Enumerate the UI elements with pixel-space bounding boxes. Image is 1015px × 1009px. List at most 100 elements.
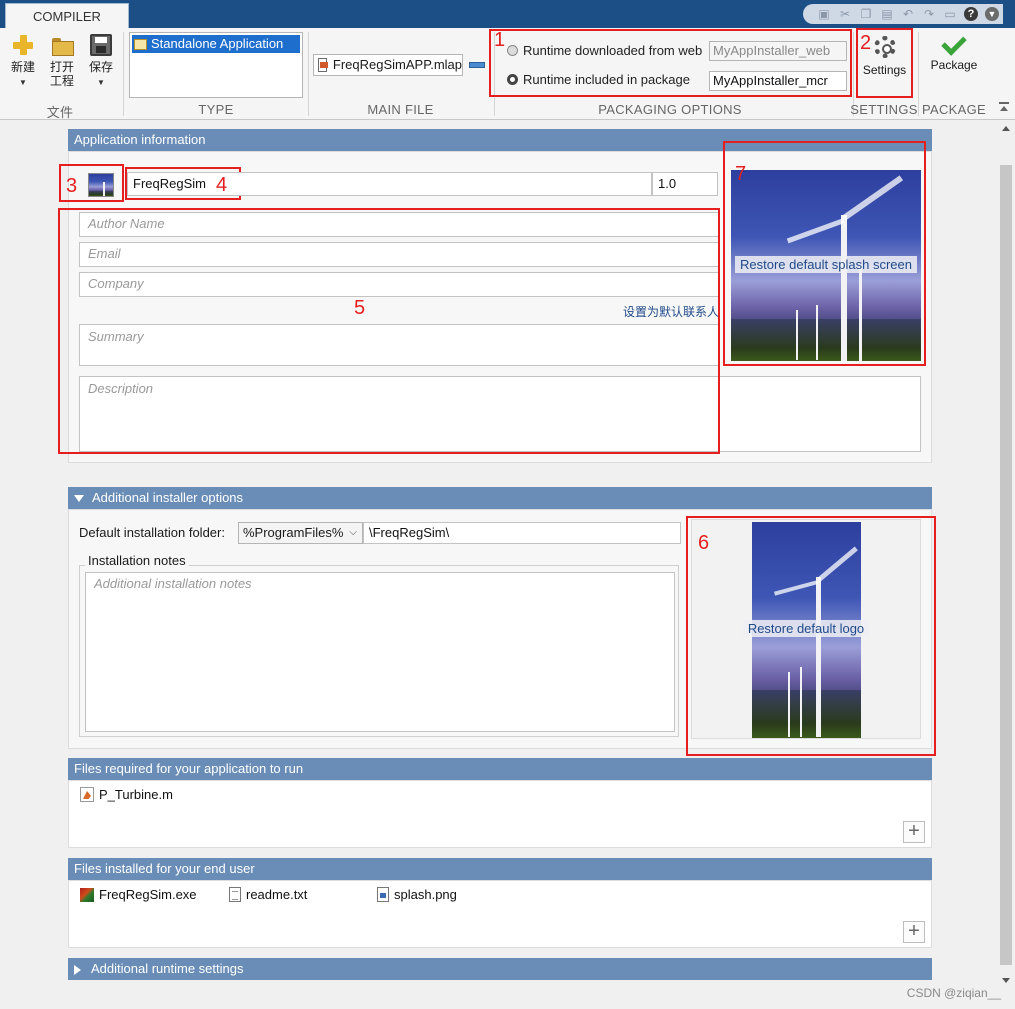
package-button[interactable]: Package: [924, 30, 984, 72]
section-header-runtime-label: Additional runtime settings: [91, 961, 244, 976]
divider: [918, 32, 919, 116]
caret-down-icon: ▼: [97, 78, 105, 87]
open-label-line1: 打开: [49, 60, 74, 74]
divider: [123, 32, 124, 116]
folder-root-select[interactable]: %ProgramFiles% ⌵: [238, 522, 363, 544]
copy-icon[interactable]: ❐: [859, 7, 873, 21]
radio-runtime-mcr[interactable]: Runtime included in package: [507, 72, 690, 87]
annotation-7: 7: [735, 163, 747, 185]
application-icon: [134, 38, 147, 50]
image-file-icon: [377, 887, 389, 902]
text-file-icon: [229, 887, 241, 902]
file-name: P_Turbine.m: [99, 787, 173, 802]
chevron-down-icon[interactable]: ▼: [985, 7, 999, 21]
section-header-files-required: Files required for your application to r…: [68, 758, 932, 780]
files-required-panel: [68, 780, 932, 848]
section-header-runtime-settings[interactable]: Additional runtime settings: [68, 958, 932, 980]
chevron-down-icon: ⌵: [349, 527, 357, 538]
section-label-type: TYPE: [198, 102, 234, 117]
scrollbar-thumb[interactable]: [1000, 165, 1012, 965]
floppy-icon: [90, 34, 112, 56]
section-header-installer-label: Additional installer options: [92, 490, 244, 505]
main-panel: Application information 3 FreqRegSim 4 1…: [0, 121, 998, 1009]
installation-notes-label: Installation notes: [85, 553, 189, 568]
main-file-field[interactable]: FreqRegSimAPP.mlap: [313, 54, 463, 76]
redo-icon[interactable]: ↷: [922, 7, 936, 21]
restore-splash-label: Restore default splash screen: [735, 256, 917, 273]
remove-main-file-button[interactable]: [469, 62, 485, 68]
file-item[interactable]: P_Turbine.m: [80, 787, 173, 802]
undo-icon[interactable]: ↶: [901, 7, 915, 21]
default-folder-label: Default installation folder:: [79, 525, 225, 540]
add-installed-file-button[interactable]: +: [903, 921, 925, 943]
save-label: 保存: [88, 60, 113, 74]
new-label: 新建: [10, 60, 35, 74]
tab-compiler[interactable]: COMPILER: [5, 3, 129, 29]
vertical-scrollbar[interactable]: [998, 121, 1015, 988]
annotation-box-6: [686, 516, 936, 756]
annotation-5: 5: [354, 297, 366, 319]
section-label-settings: SETTINGS: [850, 102, 918, 117]
restore-splash-button[interactable]: Restore default splash screen: [731, 256, 921, 273]
section-label-main-file: MAIN FILE: [367, 102, 434, 117]
annotation-1: 1: [494, 29, 506, 51]
scroll-up-icon[interactable]: [1002, 126, 1010, 131]
folder-root-value: %ProgramFiles%: [243, 525, 344, 540]
radio-runtime-web-label: Runtime downloaded from web: [523, 43, 703, 58]
section-header-files-installed: Files installed for your end user: [68, 858, 932, 880]
quick-access-toolbar: ▣ ✂ ❐ ▤ ↶ ↷ ▭ ? ▼: [803, 4, 1003, 24]
version-field[interactable]: 1.0: [652, 172, 718, 196]
divider: [308, 32, 309, 116]
folder-path-field[interactable]: \FreqRegSim\: [363, 522, 681, 544]
annotation-4: 4: [216, 174, 228, 196]
caret-down-icon: ▼: [19, 78, 27, 87]
checkmark-icon: [941, 30, 967, 56]
gear-icon: [873, 36, 896, 58]
add-required-file-button[interactable]: +: [903, 821, 925, 843]
annotation-2: 2: [860, 32, 872, 54]
radio-runtime-web[interactable]: Runtime downloaded from web: [507, 43, 702, 58]
open-project-button[interactable]: 打开 工程: [47, 34, 77, 88]
splash-screen-image[interactable]: Restore default splash screen: [731, 170, 921, 361]
open-label-line2: 工程: [49, 74, 74, 88]
file-name: splash.png: [394, 887, 457, 902]
file-item[interactable]: readme.txt: [229, 887, 307, 902]
app-name-field[interactable]: FreqRegSim: [127, 172, 652, 196]
save-button[interactable]: 保存 ▼: [86, 34, 116, 90]
type-list[interactable]: Standalone Application: [129, 32, 303, 98]
package-label: Package: [930, 58, 978, 72]
save-icon[interactable]: ▣: [817, 7, 831, 21]
settings-label: Settings: [862, 63, 907, 77]
section-label-package: PACKAGE: [922, 102, 986, 117]
section-label-packaging-options: PACKAGING OPTIONS: [598, 102, 742, 117]
new-button[interactable]: 新建 ▼: [8, 34, 38, 90]
radio-icon: [507, 45, 518, 56]
section-header-installer[interactable]: Additional installer options: [68, 487, 932, 509]
annotation-6: 6: [698, 532, 710, 554]
collapse-ribbon-icon[interactable]: [999, 102, 1009, 112]
help-icon[interactable]: ?: [964, 7, 978, 21]
type-item-label: Standalone Application: [151, 36, 284, 51]
annotation-box-5: [58, 208, 720, 454]
type-item-standalone[interactable]: Standalone Application: [132, 35, 300, 53]
watermark: CSDN @ziqian__: [906, 986, 1001, 1000]
file-name: readme.txt: [246, 887, 308, 902]
app-icon-image[interactable]: [88, 173, 114, 197]
folder-icon: [51, 34, 74, 56]
file-item[interactable]: splash.png: [377, 887, 457, 902]
scroll-down-icon[interactable]: [1002, 978, 1010, 983]
paste-icon[interactable]: ▤: [880, 7, 894, 21]
installation-notes-field[interactable]: Additional installation notes: [85, 572, 675, 732]
file-item[interactable]: FreqRegSim.exe: [80, 887, 197, 902]
runtime-mcr-installer-name[interactable]: MyAppInstaller_mcr: [709, 71, 847, 91]
exe-file-icon: [80, 887, 94, 902]
files-installed-panel: [68, 880, 932, 948]
main-file-value: FreqRegSimAPP.mlap: [332, 57, 462, 72]
collapse-triangle-icon: [74, 495, 84, 503]
radio-selected-icon: [507, 74, 518, 85]
expand-triangle-icon: [74, 964, 81, 975]
cut-icon[interactable]: ✂: [838, 7, 852, 21]
switch-windows-icon[interactable]: ▭: [943, 7, 957, 21]
file-name: FreqRegSim.exe: [99, 887, 197, 902]
runtime-web-installer-name[interactable]: MyAppInstaller_web: [709, 41, 847, 61]
